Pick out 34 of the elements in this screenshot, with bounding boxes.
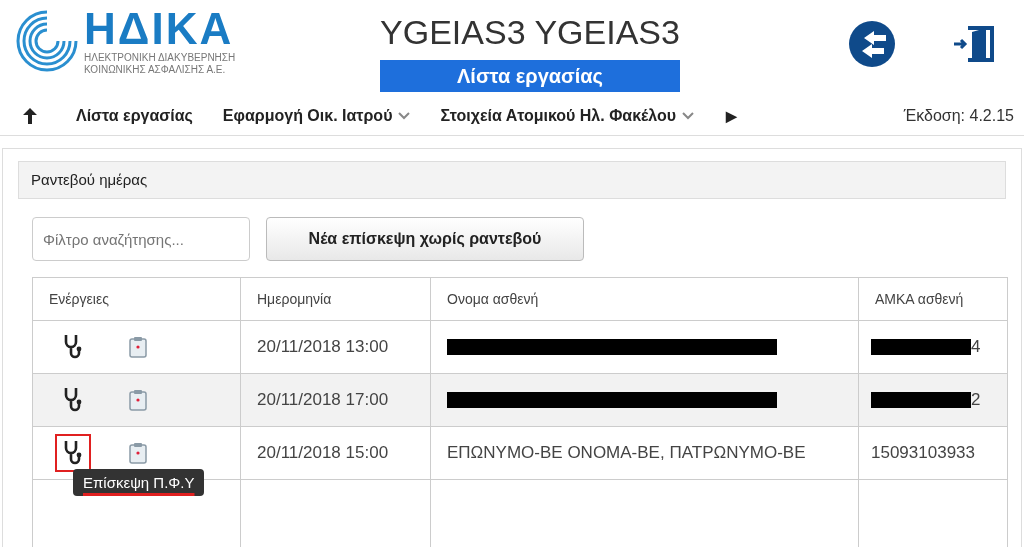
tooltip: Επίσκεψη Π.Φ.Υ: [73, 469, 205, 496]
nav-menu-item[interactable]: Στοιχεία Ατομικού Ηλ. Φακέλου: [440, 107, 695, 125]
logo-subtitle: ΚΟΙΝΩΝΙΚΗΣ ΑΣΦΑΛΙΣΗΣ Α.Ε.: [84, 64, 227, 76]
clipboard-icon[interactable]: [129, 389, 147, 411]
user-name: YGEIAS3 YGEIAS3: [380, 12, 680, 53]
column-header: Ονομα ασθενή: [431, 278, 859, 320]
new-visit-button[interactable]: Νέα επίσκεψη χωρίς ραντεβού: [266, 217, 584, 261]
column-header: Ημερομηνία: [241, 278, 431, 320]
chevron-down-icon: [398, 112, 411, 120]
table-cell: 2: [971, 390, 981, 410]
up-arrow-icon[interactable]: [22, 107, 38, 125]
clipboard-icon[interactable]: [129, 442, 147, 464]
table-cell: 15093103933: [871, 443, 975, 463]
table-cell: 4: [971, 337, 981, 357]
search-field[interactable]: Φίλτρο αναζήτησης...: [32, 217, 250, 261]
logo-title: ΗΔΙΚΑ: [84, 6, 235, 52]
logout-door-icon[interactable]: [952, 24, 996, 64]
logo-subtitle: ΗΛΕΚΤΡΟΝΙΚΗ ΔΙΑΚΥΒΕΡΝΗΣΗ: [84, 52, 236, 64]
column-header: Ενέργειες: [33, 278, 241, 320]
page-title: Λίστα εργασίας: [380, 60, 680, 92]
panel-title: Ραντεβού ημέρας: [31, 171, 148, 188]
table-cell: 20/11/2018 15:00: [241, 427, 431, 479]
logo-swirl-icon: [14, 8, 80, 74]
version-label: Έκδοση: 4.2.15: [903, 107, 1015, 125]
more-arrow[interactable]: ▶: [726, 108, 738, 124]
nav-menu-item[interactable]: Λίστα εργασίας: [76, 107, 193, 125]
clipboard-icon[interactable]: [129, 336, 147, 358]
nav-menu-item[interactable]: Εφαρμογή Οικ. Ιατρού: [222, 107, 411, 125]
column-header: ΑΜΚΑ ασθενή: [874, 290, 965, 309]
table-cell: 20/11/2018 17:00: [241, 374, 431, 426]
chevron-down-icon: [682, 112, 695, 120]
table-cell: ΕΠΩΝΥΜΟ-ΒΕ ΟΝΟΜΑ-ΒΕ, ΠΑΤΡΩΝΥΜΟ-ΒΕ: [431, 427, 859, 479]
switch-arrows-icon[interactable]: [848, 20, 896, 68]
table-cell: 20/11/2018 13:00: [241, 321, 431, 373]
